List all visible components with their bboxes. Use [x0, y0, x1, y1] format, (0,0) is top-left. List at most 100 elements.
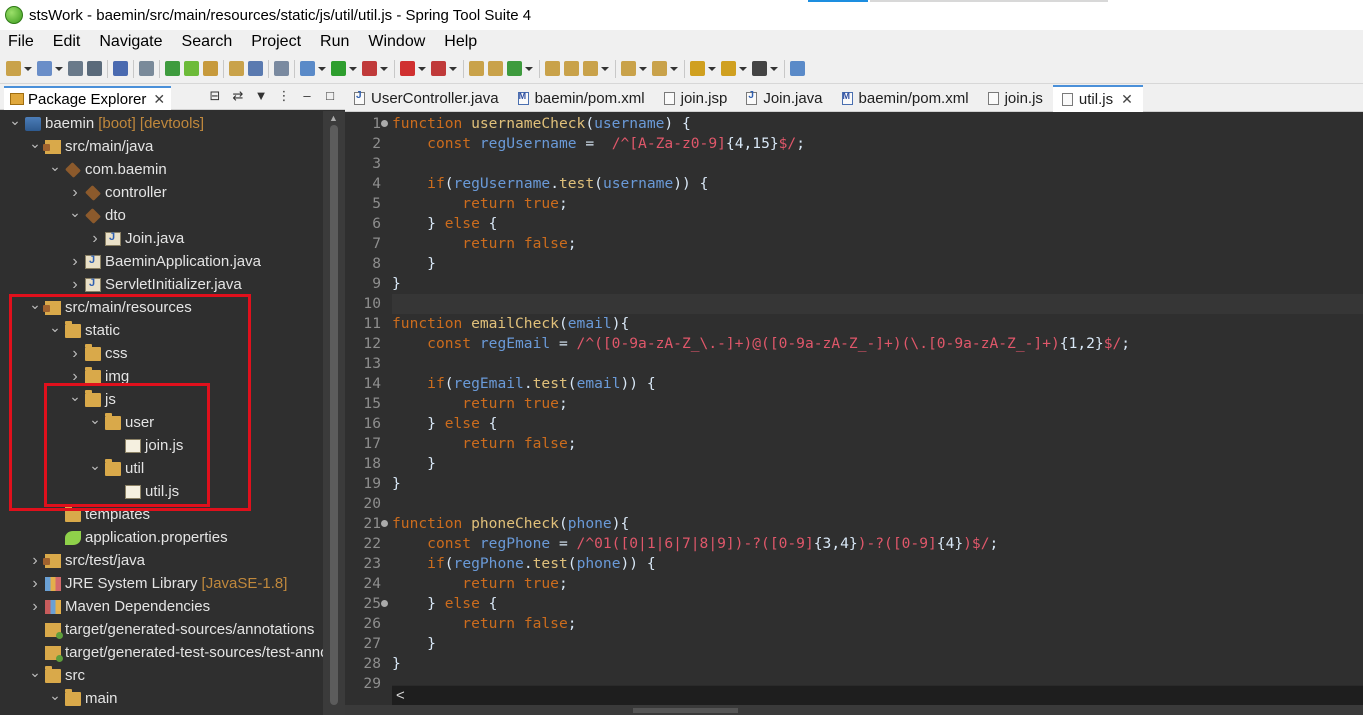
pin-editor-icon[interactable]	[790, 61, 805, 76]
menu-window[interactable]: Window	[361, 33, 432, 51]
chevron-down-icon[interactable]: ⌄	[28, 135, 42, 151]
save-icon[interactable]	[68, 61, 83, 76]
editor-tab[interactable]: join.js	[979, 85, 1053, 112]
editor-tab[interactable]: UserController.java	[345, 85, 509, 112]
open-task-icon[interactable]	[229, 61, 244, 76]
next-annotation-icon[interactable]	[621, 61, 636, 76]
show-whitespace-icon[interactable]	[274, 61, 289, 76]
collapse-all-icon[interactable]: ⊟	[208, 89, 222, 103]
tree-node[interactable]: target/generated-sources/annotations	[28, 618, 314, 641]
tree-node[interactable]: templates	[48, 503, 150, 526]
tree-node[interactable]: ⌄ util	[88, 457, 144, 480]
save-all-icon[interactable]	[87, 61, 102, 76]
tree-node[interactable]: ⌄ static	[48, 319, 120, 342]
chevron-down-icon[interactable]: ⌄	[48, 319, 62, 335]
external-tools-icon[interactable]	[362, 61, 377, 76]
boot-dashboard-icon[interactable]	[165, 61, 180, 76]
close-icon[interactable]: ✕	[153, 91, 165, 108]
tree-node[interactable]: ⌄ user	[88, 411, 154, 434]
editor-tab[interactable]: baemin/pom.xml	[833, 85, 979, 112]
task-list-icon[interactable]	[248, 61, 263, 76]
new-java-project-icon[interactable]	[469, 61, 484, 76]
new-class-icon[interactable]	[507, 61, 522, 76]
coverage-icon[interactable]	[431, 61, 446, 76]
chevron-right-icon[interactable]: ›	[68, 368, 82, 385]
chevron-down-icon[interactable]	[739, 66, 747, 71]
chevron-right-icon[interactable]: ›	[68, 345, 82, 362]
chevron-down-icon[interactable]: ⌄	[28, 296, 42, 312]
tree-node[interactable]: application.properties	[48, 526, 228, 549]
tree-node[interactable]: ⌄ com.baemin	[48, 158, 167, 181]
chevron-down-icon[interactable]	[770, 66, 778, 71]
chevron-right-icon[interactable]: ›	[28, 575, 42, 592]
chevron-right-icon[interactable]: ›	[28, 552, 42, 569]
chevron-right-icon[interactable]: ›	[68, 253, 82, 270]
search-icon[interactable]	[583, 61, 598, 76]
fold-marker-icon[interactable]	[381, 120, 388, 127]
tree-scrollbar[interactable]: ▲	[323, 111, 345, 715]
chevron-down-icon[interactable]: ⌄	[88, 457, 102, 473]
chevron-right-icon[interactable]: ›	[68, 184, 82, 201]
fold-marker-icon[interactable]	[381, 600, 388, 607]
chevron-down-icon[interactable]	[349, 66, 357, 71]
code-area[interactable]: function usernameCheck(username) { const…	[392, 112, 1363, 685]
chevron-down-icon[interactable]	[449, 66, 457, 71]
chevron-down-icon[interactable]: ⌄	[8, 112, 22, 128]
menu-help[interactable]: Help	[437, 33, 484, 51]
forward-icon[interactable]	[752, 61, 767, 76]
tree-node[interactable]: › img	[68, 365, 129, 388]
chevron-down-icon[interactable]	[708, 66, 716, 71]
tree-node[interactable]: util.js	[108, 480, 179, 503]
menu-search[interactable]: Search	[175, 33, 240, 51]
menu-run[interactable]: Run	[313, 33, 356, 51]
tree-node[interactable]: › Maven Dependencies	[28, 595, 210, 618]
spring-icon-icon[interactable]	[184, 61, 199, 76]
chevron-down-icon[interactable]	[380, 66, 388, 71]
open-resource-icon[interactable]	[564, 61, 579, 76]
chevron-down-icon[interactable]	[670, 66, 678, 71]
chevron-down-icon[interactable]	[55, 66, 63, 71]
tree-node[interactable]: ⌄ src/main/resources	[28, 296, 192, 319]
skip-breakpoints-icon[interactable]	[139, 61, 154, 76]
tree-node[interactable]: ⌄ main	[48, 687, 117, 710]
link-with-editor-icon[interactable]: ⇄	[231, 89, 245, 103]
chevron-down-icon[interactable]	[639, 66, 647, 71]
chevron-right-icon[interactable]: ›	[68, 276, 82, 293]
new-icon[interactable]	[6, 61, 21, 76]
view-menu-icon[interactable]: ⋮	[277, 89, 291, 103]
filter-icon[interactable]: ▼	[254, 89, 268, 103]
bottom-scroll-thumb[interactable]	[633, 708, 738, 713]
tree-node[interactable]: ⌄ src/main/java	[28, 135, 153, 158]
editor-tab[interactable]: join.jsp	[655, 85, 738, 112]
tree-node[interactable]: › BaeminApplication.java	[68, 250, 261, 273]
fold-marker-icon[interactable]	[381, 520, 388, 527]
debug-icon[interactable]	[300, 61, 315, 76]
chevron-down-icon[interactable]: ⌄	[68, 204, 82, 220]
editor-tab[interactable]: baemin/pom.xml	[509, 85, 655, 112]
tree-node[interactable]: › Join.java	[88, 227, 184, 250]
close-icon[interactable]: ✕	[1121, 91, 1133, 108]
chevron-down-icon[interactable]: ⌄	[68, 388, 82, 404]
tree-node[interactable]: ⌄ src	[28, 664, 85, 687]
editor-tab[interactable]: Join.java	[737, 85, 832, 112]
minimize-icon[interactable]: –	[300, 89, 314, 103]
scroll-up-icon[interactable]: ▲	[329, 113, 338, 123]
prev-annotation-icon[interactable]	[652, 61, 667, 76]
tree-node[interactable]: › css	[68, 342, 128, 365]
run-icon[interactable]	[331, 61, 346, 76]
maximize-icon[interactable]: □	[323, 89, 337, 103]
chevron-down-icon[interactable]: ⌄	[28, 664, 42, 680]
edit-icon[interactable]	[203, 61, 218, 76]
editor-tab[interactable]: util.js ✕	[1052, 85, 1143, 112]
tree-scroll-thumb[interactable]	[330, 125, 338, 705]
chevron-down-icon[interactable]	[601, 66, 609, 71]
tree-node[interactable]: ⌄ js	[68, 388, 116, 411]
open-type-icon[interactable]	[37, 61, 52, 76]
chevron-down-icon[interactable]: ⌄	[48, 687, 62, 703]
tree-node[interactable]: ⌄ baemin [boot] [devtools]	[8, 112, 204, 135]
stop-icon[interactable]	[400, 61, 415, 76]
package-explorer-tab[interactable]: Package Explorer ✕	[4, 86, 172, 110]
back-icon[interactable]	[721, 61, 736, 76]
tree-node[interactable]: › src/test/java	[28, 549, 145, 572]
chevron-down-icon[interactable]	[418, 66, 426, 71]
